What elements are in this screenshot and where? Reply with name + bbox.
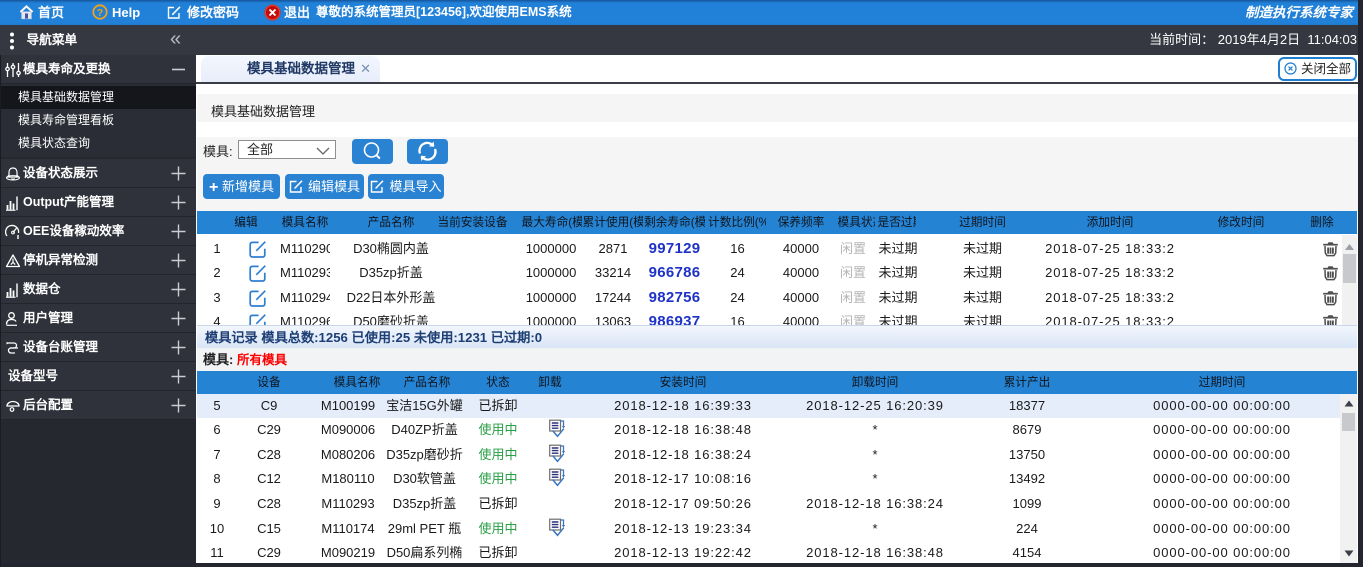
svg-text:?: ? [97,7,103,19]
